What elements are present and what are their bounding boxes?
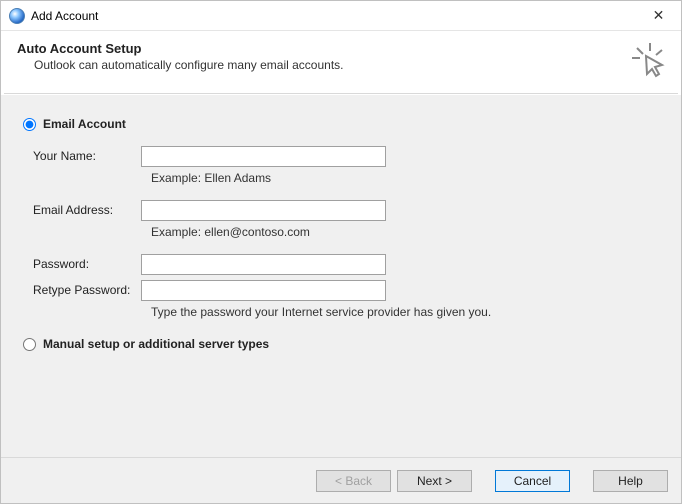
add-account-dialog: Add Account ✕ Auto Account Setup Outlook… xyxy=(0,0,682,504)
password-input[interactable] xyxy=(141,254,386,275)
password-hint: Type the password your Internet service … xyxy=(151,305,661,319)
retype-password-input[interactable] xyxy=(141,280,386,301)
option-manual-radio[interactable] xyxy=(23,338,36,351)
wizard-header: Auto Account Setup Outlook can automatic… xyxy=(1,31,681,93)
cancel-button[interactable]: Cancel xyxy=(495,470,570,492)
email-form: Your Name: Example: Ellen Adams Email Ad… xyxy=(23,145,661,319)
window-title: Add Account xyxy=(31,9,636,23)
next-button[interactable]: Next > xyxy=(397,470,472,492)
wizard-desc: Outlook can automatically configure many… xyxy=(17,58,632,72)
your-name-example: Example: Ellen Adams xyxy=(151,171,661,185)
your-name-label: Your Name: xyxy=(33,149,141,163)
wizard-body: Email Account Your Name: Example: Ellen … xyxy=(1,94,681,457)
globe-icon xyxy=(9,8,25,24)
wizard-title: Auto Account Setup xyxy=(17,41,632,56)
email-address-label: Email Address: xyxy=(33,203,141,217)
email-address-example: Example: ellen@contoso.com xyxy=(151,225,661,239)
wizard-footer: < Back Next > Cancel Help xyxy=(1,457,681,503)
option-manual-setup[interactable]: Manual setup or additional server types xyxy=(23,337,661,351)
retype-password-label: Retype Password: xyxy=(33,283,141,297)
option-email-radio[interactable] xyxy=(23,118,36,131)
email-address-input[interactable] xyxy=(141,200,386,221)
option-manual-label: Manual setup or additional server types xyxy=(43,337,269,351)
titlebar: Add Account ✕ xyxy=(1,1,681,31)
your-name-input[interactable] xyxy=(141,146,386,167)
close-button[interactable]: ✕ xyxy=(636,2,681,30)
close-icon: ✕ xyxy=(653,7,665,24)
option-email-label: Email Account xyxy=(43,117,126,131)
option-email-account[interactable]: Email Account xyxy=(23,117,661,131)
help-button[interactable]: Help xyxy=(593,470,668,492)
password-label: Password: xyxy=(33,257,141,271)
back-button: < Back xyxy=(316,470,391,492)
click-cursor-icon xyxy=(632,43,668,79)
